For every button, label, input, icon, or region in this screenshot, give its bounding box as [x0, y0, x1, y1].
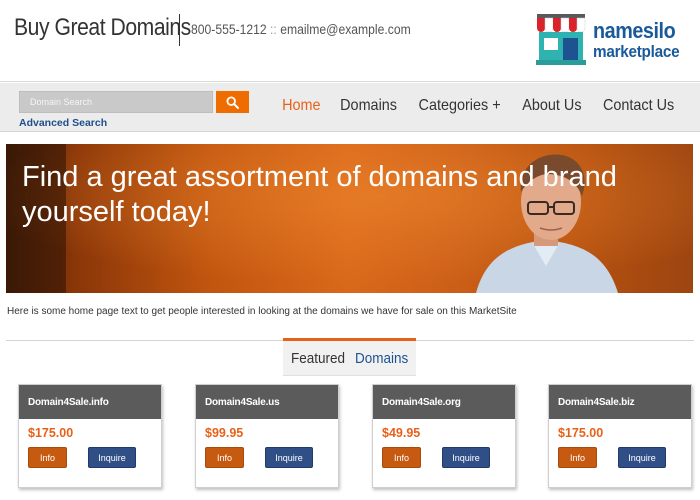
domain-price: $175.00 [28, 426, 74, 440]
domain-card: Domain4Sale.biz $175.00 Info Inquire [548, 384, 692, 488]
advanced-search-link[interactable]: Advanced Search [19, 117, 107, 129]
contact-info: 800-555-1212 :: emailme@example.com [191, 22, 411, 37]
domain-price: $49.95 [382, 426, 421, 440]
logo-wordmark: namesilo [593, 18, 676, 43]
info-button[interactable]: Info [382, 447, 421, 468]
site-header: Buy Great Domains 800-555-1212 :: emailm… [0, 0, 700, 82]
domain-card: Domain4Sale.org $49.95 Info Inquire [372, 384, 516, 488]
info-button[interactable]: Info [28, 447, 67, 468]
contact-separator: :: [270, 22, 277, 37]
site-title[interactable]: Buy Great Domains [14, 14, 191, 42]
hero-banner: Find a great assortment of domains and b… [6, 144, 693, 293]
nav-contact-us[interactable]: Contact Us [603, 97, 674, 115]
phone-number: 800-555-1212 [191, 22, 267, 37]
domain-name[interactable]: Domain4Sale.info [19, 385, 161, 419]
featured-label: Featured [290, 349, 345, 367]
logo-subtitle: marketplace [593, 42, 680, 61]
storefront-icon [536, 14, 586, 65]
domain-search-input[interactable] [19, 91, 213, 113]
title-divider [179, 14, 180, 46]
hero-headline: Find a great assortment of domains and b… [22, 161, 617, 228]
inquire-button[interactable]: Inquire [88, 447, 136, 468]
search-icon [226, 95, 239, 109]
main-nav: Home Domains Categories + About Us Conta… [280, 97, 678, 115]
nav-home[interactable]: Home [282, 97, 320, 115]
info-button[interactable]: Info [558, 447, 597, 468]
domain-price: $175.00 [558, 426, 604, 440]
domain-price: $99.95 [205, 426, 244, 440]
navigation-bar: Advanced Search Home Domains Categories … [0, 83, 700, 132]
search-button[interactable] [216, 91, 249, 113]
nav-categories[interactable]: Categories + [418, 97, 500, 115]
namesilo-logo[interactable]: namesilo marketplace [533, 12, 693, 68]
nav-about-us[interactable]: About Us [522, 97, 581, 115]
domain-card: Domain4Sale.us $99.95 Info Inquire [195, 384, 339, 488]
nav-domains[interactable]: Domains [340, 97, 397, 115]
inquire-button[interactable]: Inquire [265, 447, 313, 468]
info-button[interactable]: Info [205, 447, 244, 468]
domain-name[interactable]: Domain4Sale.biz [549, 385, 691, 419]
domain-card: Domain4Sale.info $175.00 Info Inquire [18, 384, 162, 488]
intro-text: Here is some home page text to get peopl… [7, 306, 517, 317]
inquire-button[interactable]: Inquire [618, 447, 666, 468]
domain-name[interactable]: Domain4Sale.org [373, 385, 515, 419]
email-address[interactable]: emailme@example.com [280, 22, 411, 37]
domains-label: Domains [354, 349, 409, 367]
featured-domains-heading: Featured Domains [283, 338, 416, 376]
inquire-button[interactable]: Inquire [442, 447, 490, 468]
domain-name[interactable]: Domain4Sale.us [196, 385, 338, 419]
